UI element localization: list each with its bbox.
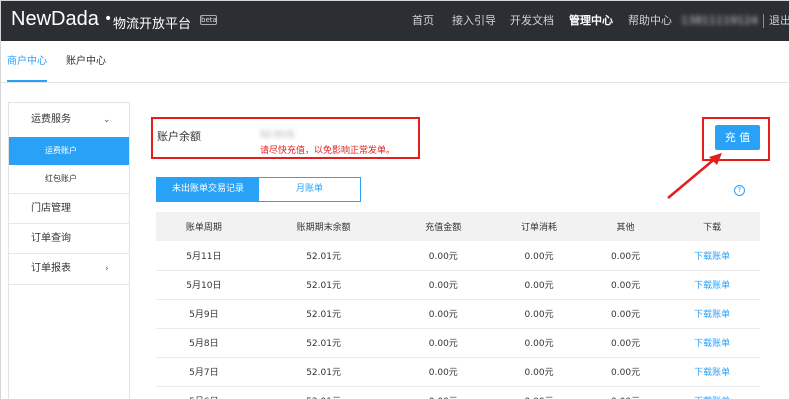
sub-nav: 商户中心 账户中心	[1, 41, 789, 83]
cell-ending-balance: 52.01元	[251, 357, 396, 387]
cell-ending-balance: 52.01元	[251, 299, 396, 329]
sidebar: 运费服务 ⌄ 运费账户 红包账户 门店管理 订单查询 订单报表 ›	[8, 102, 130, 399]
table-row: 5月10日 52.01元 0.00元 0.00元 0.00元 下载账单	[156, 270, 760, 300]
cell-ending-balance: 52.01元	[251, 241, 396, 271]
cell-period: 5月11日	[156, 241, 252, 271]
logo-dot: •	[104, 11, 113, 27]
logo[interactable]: NewDada	[11, 8, 99, 31]
chevron-down-icon: ⌄	[103, 115, 111, 125]
app-window: NewDada • 物流开放平台 beta 首页 接入引导 开发文档 管理中心 …	[0, 0, 790, 400]
nav-home[interactable]: 首页	[412, 1, 434, 41]
chevron-right-icon: ›	[105, 264, 109, 274]
table-row: 5月9日 52.01元 0.00元 0.00元 0.00元 下载账单	[156, 299, 760, 329]
nav-docs[interactable]: 开发文档	[510, 1, 554, 41]
table-row: 5月7日 52.01元 0.00元 0.00元 0.00元 下载账单	[156, 357, 760, 387]
active-tab-indicator	[7, 80, 47, 82]
tab-account-center[interactable]: 账户中心	[66, 41, 106, 83]
cell-other: 0.00元	[586, 299, 665, 329]
sidebar-item-store-management[interactable]: 门店管理	[9, 194, 129, 223]
download-bill-link[interactable]: 下载账单	[664, 357, 760, 387]
tab-monthly-bill[interactable]: 月账单	[259, 178, 360, 201]
recharge-warning: 请尽快充值，以免影响正常发单。	[260, 146, 396, 156]
recharge-button[interactable]: 充 值	[715, 125, 760, 150]
download-bill-link[interactable]: 下载账单	[664, 328, 760, 358]
cell-recharge: 0.00元	[395, 328, 492, 358]
cell-period: 5月8日	[156, 328, 252, 358]
user-phone[interactable]: 13811119124	[681, 1, 758, 41]
cell-period: 5月10日	[156, 270, 252, 300]
nav-guide[interactable]: 接入引导	[452, 1, 496, 41]
sidebar-group-freight[interactable]: 运费服务 ⌄	[9, 103, 129, 137]
sidebar-item-label: 订单查询	[31, 233, 71, 244]
platform-title: 物流开放平台	[113, 17, 192, 32]
cell-other: 0.00元	[586, 357, 665, 387]
cell-order-cost: 0.00元	[491, 357, 587, 387]
cell-period: 5月9日	[156, 299, 252, 329]
download-bill-link[interactable]: 下载账单	[664, 299, 760, 329]
cell-period: 5月6日	[156, 386, 252, 399]
bills-table: 账单周期 账期期末余额 充值金额 订单消耗 其他 下载 5月11日 52.01元…	[156, 212, 760, 399]
column-header: 充值金额	[395, 212, 492, 241]
sidebar-item-label: 运费账户	[45, 146, 77, 155]
cell-recharge: 0.00元	[395, 270, 492, 300]
table-row: 5月11日 52.01元 0.00元 0.00元 0.00元 下载账单	[156, 241, 760, 271]
sidebar-item-order-query[interactable]: 订单查询	[9, 224, 129, 253]
balance-label: 账户余额	[157, 130, 201, 143]
cell-ending-balance: 52.01元	[251, 328, 396, 358]
sidebar-item-redpacket-account[interactable]: 红包账户	[9, 165, 129, 193]
cell-ending-balance: 52.01元	[251, 386, 396, 399]
help-icon[interactable]: ?	[734, 185, 745, 196]
table-row: 5月6日 52.01元 0.00元 0.00元 0.00元 下载账单	[156, 386, 760, 399]
sidebar-item-label: 订单报表	[31, 263, 71, 274]
cell-recharge: 0.00元	[395, 386, 492, 399]
top-bar: NewDada • 物流开放平台 beta 首页 接入引导 开发文档 管理中心 …	[1, 1, 789, 41]
sidebar-item-label: 门店管理	[31, 203, 71, 214]
table-header-row: 账单周期 账期期末余额 充值金额 订单消耗 其他 下载	[156, 212, 760, 241]
cell-order-cost: 0.00元	[491, 328, 587, 358]
record-tabs: 未出账单交易记录 月账单	[156, 177, 361, 202]
cell-other: 0.00元	[586, 241, 665, 271]
account-balance-panel: 账户余额 52.01元 请尽快充值，以免影响正常发单。	[151, 117, 420, 159]
divider	[763, 14, 764, 28]
cell-period: 5月7日	[156, 357, 252, 387]
logout-link[interactable]: 退出	[769, 1, 789, 41]
cell-recharge: 0.00元	[395, 357, 492, 387]
divider	[9, 284, 129, 285]
cell-recharge: 0.00元	[395, 299, 492, 329]
column-header: 其他	[586, 212, 665, 241]
tab-merchant-center[interactable]: 商户中心	[7, 41, 47, 83]
cell-other: 0.00元	[586, 386, 665, 399]
cell-order-cost: 0.00元	[491, 386, 587, 399]
cell-recharge: 0.00元	[395, 241, 492, 271]
sidebar-item-order-report[interactable]: 订单报表 ›	[9, 254, 129, 284]
column-header: 账期期末余额	[251, 212, 396, 241]
tab-unbilled-records[interactable]: 未出账单交易记录	[157, 178, 259, 201]
cell-order-cost: 0.00元	[491, 270, 587, 300]
annotation-arrow-icon	[667, 153, 722, 199]
sidebar-item-freight-account[interactable]: 运费账户	[9, 137, 129, 165]
balance-value: 52.01元	[260, 130, 295, 140]
cell-ending-balance: 52.01元	[251, 270, 396, 300]
cell-order-cost: 0.00元	[491, 299, 587, 329]
beta-badge: beta	[200, 15, 217, 25]
sidebar-item-label: 运费服务	[31, 114, 71, 125]
column-header: 账单周期	[156, 212, 252, 241]
column-header: 订单消耗	[491, 212, 587, 241]
download-bill-link[interactable]: 下载账单	[664, 241, 760, 271]
nav-management[interactable]: 管理中心	[569, 1, 613, 41]
cell-order-cost: 0.00元	[491, 241, 587, 271]
download-bill-link[interactable]: 下载账单	[664, 270, 760, 300]
nav-help[interactable]: 帮助中心	[628, 1, 672, 41]
table-row: 5月8日 52.01元 0.00元 0.00元 0.00元 下载账单	[156, 328, 760, 358]
column-header: 下载	[664, 212, 760, 241]
cell-other: 0.00元	[586, 328, 665, 358]
download-bill-link[interactable]: 下载账单	[664, 386, 760, 399]
cell-other: 0.00元	[586, 270, 665, 300]
sidebar-item-label: 红包账户	[45, 174, 77, 183]
